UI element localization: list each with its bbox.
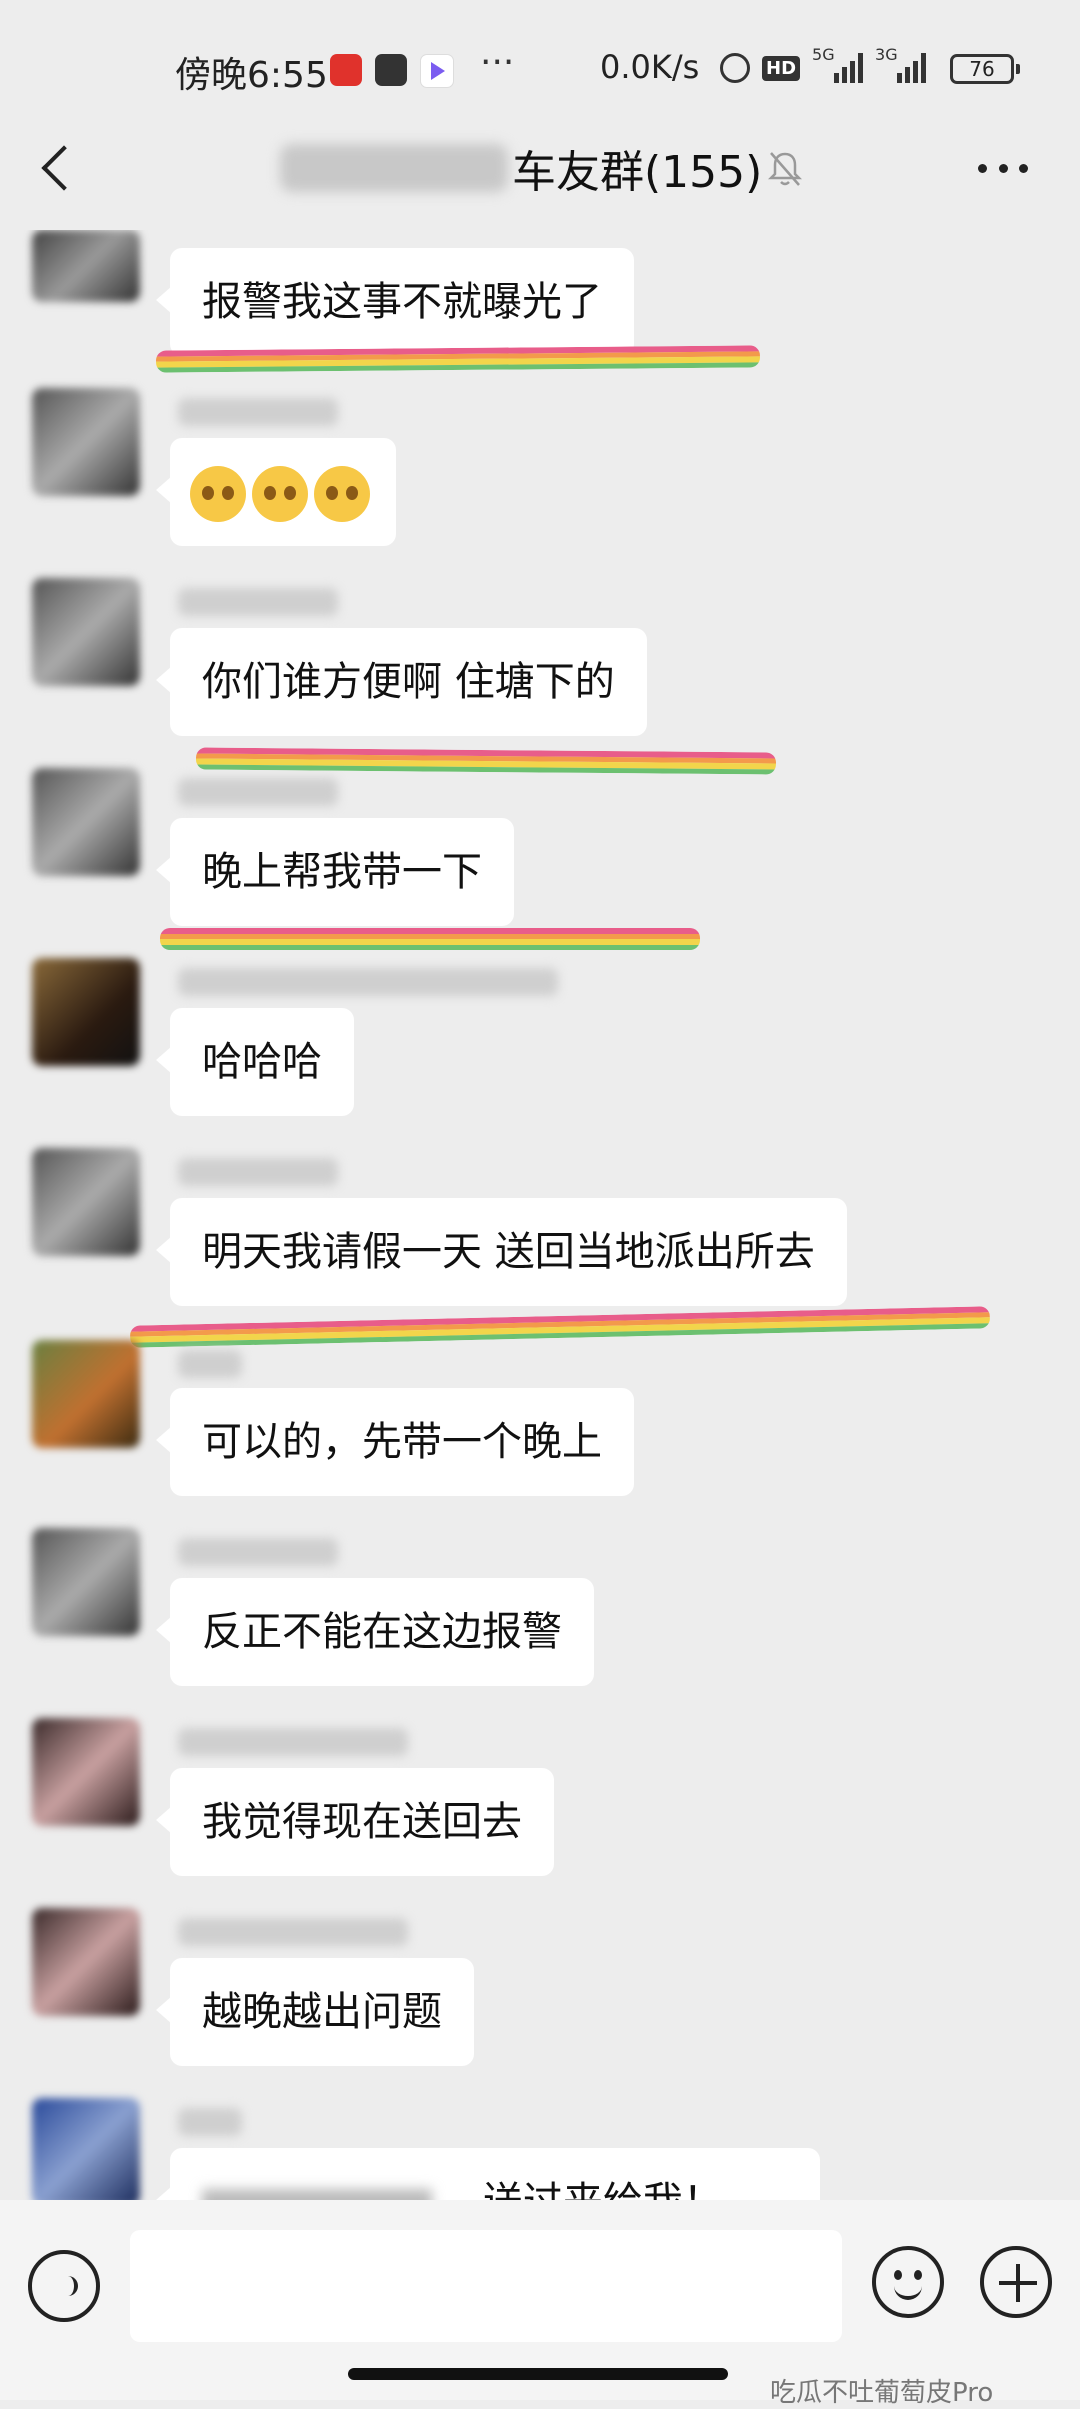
- notification-app-icon: [375, 54, 407, 86]
- avatar[interactable]: [32, 388, 140, 496]
- avatar[interactable]: [32, 1340, 140, 1448]
- sender-name-redacted: [178, 1728, 408, 1756]
- avatar[interactable]: [32, 958, 140, 1066]
- message-bubble[interactable]: 明天我请假一天 送回当地派出所去: [156, 1198, 847, 1306]
- back-button[interactable]: [36, 142, 76, 194]
- sender-name-redacted: [178, 2108, 242, 2136]
- redacted-text: [202, 2189, 432, 2200]
- avatar[interactable]: [32, 1148, 140, 1256]
- sender-name-redacted: [178, 968, 558, 996]
- chat-header: 车友群(155): [0, 110, 1080, 230]
- sender-name-redacted: [178, 1538, 338, 1566]
- avatar[interactable]: [32, 768, 140, 876]
- avatar[interactable]: [32, 1908, 140, 2016]
- message-text: 你们谁方便啊 住塘下的: [202, 659, 615, 705]
- highlight-stripe: [155, 345, 761, 373]
- news-app-icon: [330, 54, 362, 86]
- mute-bell-icon: [768, 152, 802, 186]
- message-bubble[interactable]: ...送过来给我！: [156, 2148, 820, 2200]
- emoji-button[interactable]: [872, 2246, 944, 2318]
- message-text: 报警我这事不就曝光了: [202, 279, 602, 325]
- hd-icon: HD: [762, 55, 801, 81]
- avatar[interactable]: [32, 578, 140, 686]
- sender-name-redacted: [178, 1350, 242, 1378]
- sim2-label: 3G: [875, 45, 898, 64]
- video-app-icon: [420, 54, 454, 88]
- message-text: 明天我请假一天 送回当地派出所去: [202, 1229, 815, 1275]
- message-input[interactable]: [130, 2230, 842, 2342]
- message-bubble[interactable]: 越晚越出问题: [156, 1958, 474, 2066]
- status-time: 傍晚6:55: [175, 55, 328, 96]
- network-speed: 0.0K/s: [600, 48, 700, 86]
- alarm-icon: [720, 53, 750, 83]
- more-actions-button[interactable]: [980, 2246, 1052, 2318]
- message-bubble[interactable]: 晚上帮我带一下: [156, 818, 514, 926]
- watermark: 吃瓜不吐葡萄皮Pro: [770, 2378, 994, 2408]
- message-bubble[interactable]: 你们谁方便啊 住塘下的: [156, 628, 647, 736]
- voice-input-button[interactable]: [28, 2250, 100, 2322]
- message-text: 哈哈哈: [202, 1039, 322, 1085]
- message-list[interactable]: 报警我这事不就曝光了 你们谁方便啊 住塘下的 晚上帮我带一下 哈哈哈 明天我请假…: [0, 230, 1080, 2200]
- sender-name-redacted: [178, 1918, 408, 1946]
- message-bubble[interactable]: 我觉得现在送回去: [156, 1768, 554, 1876]
- sender-name-redacted: [178, 588, 338, 616]
- avatar[interactable]: [32, 1528, 140, 1636]
- redacted-group-name: [280, 144, 508, 192]
- home-indicator[interactable]: [348, 2368, 728, 2380]
- chat-title: 车友群(155): [280, 136, 762, 200]
- crying-face-emoji-icon: [314, 466, 370, 522]
- highlight-stripe: [129, 1306, 991, 1348]
- message-text: 我觉得现在送回去: [202, 1799, 522, 1845]
- emoji-message-bubble[interactable]: [156, 438, 396, 546]
- message-bubble[interactable]: 可以的，先带一个晚上: [156, 1388, 634, 1496]
- status-icons: HD 5G 3G: [720, 45, 927, 88]
- sim1-label: 5G: [812, 45, 835, 64]
- avatar[interactable]: [32, 1718, 140, 1826]
- sender-name-redacted: [178, 398, 338, 426]
- highlight-stripe: [160, 928, 700, 950]
- message-bubble[interactable]: 报警我这事不就曝光了: [156, 248, 634, 356]
- message-text: 可以的，先带一个晚上: [202, 1419, 602, 1465]
- signal-3g-icon: 3G: [875, 45, 927, 83]
- more-notifications-icon: ···: [480, 42, 515, 83]
- message-text: 晚上帮我带一下: [202, 849, 482, 895]
- more-options-button[interactable]: [978, 148, 1028, 188]
- signal-5g-icon: 5G: [812, 45, 864, 83]
- avatar[interactable]: [32, 230, 140, 302]
- group-title-text: 车友群(155): [512, 147, 763, 198]
- message-bubble[interactable]: 哈哈哈: [156, 1008, 354, 1116]
- message-text: 反正不能在这边报警: [202, 1609, 562, 1655]
- crying-face-emoji-icon: [252, 466, 308, 522]
- battery-icon: 76: [950, 54, 1020, 84]
- message-text: ...送过来给我！: [445, 2179, 723, 2200]
- sender-name-redacted: [178, 1158, 338, 1186]
- sender-name-redacted: [178, 778, 338, 806]
- highlight-stripe: [195, 747, 777, 775]
- message-bubble[interactable]: 反正不能在这边报警: [156, 1578, 594, 1686]
- avatar[interactable]: [32, 2098, 140, 2200]
- message-text: 越晚越出问题: [202, 1989, 442, 2035]
- crying-face-emoji-icon: [190, 466, 246, 522]
